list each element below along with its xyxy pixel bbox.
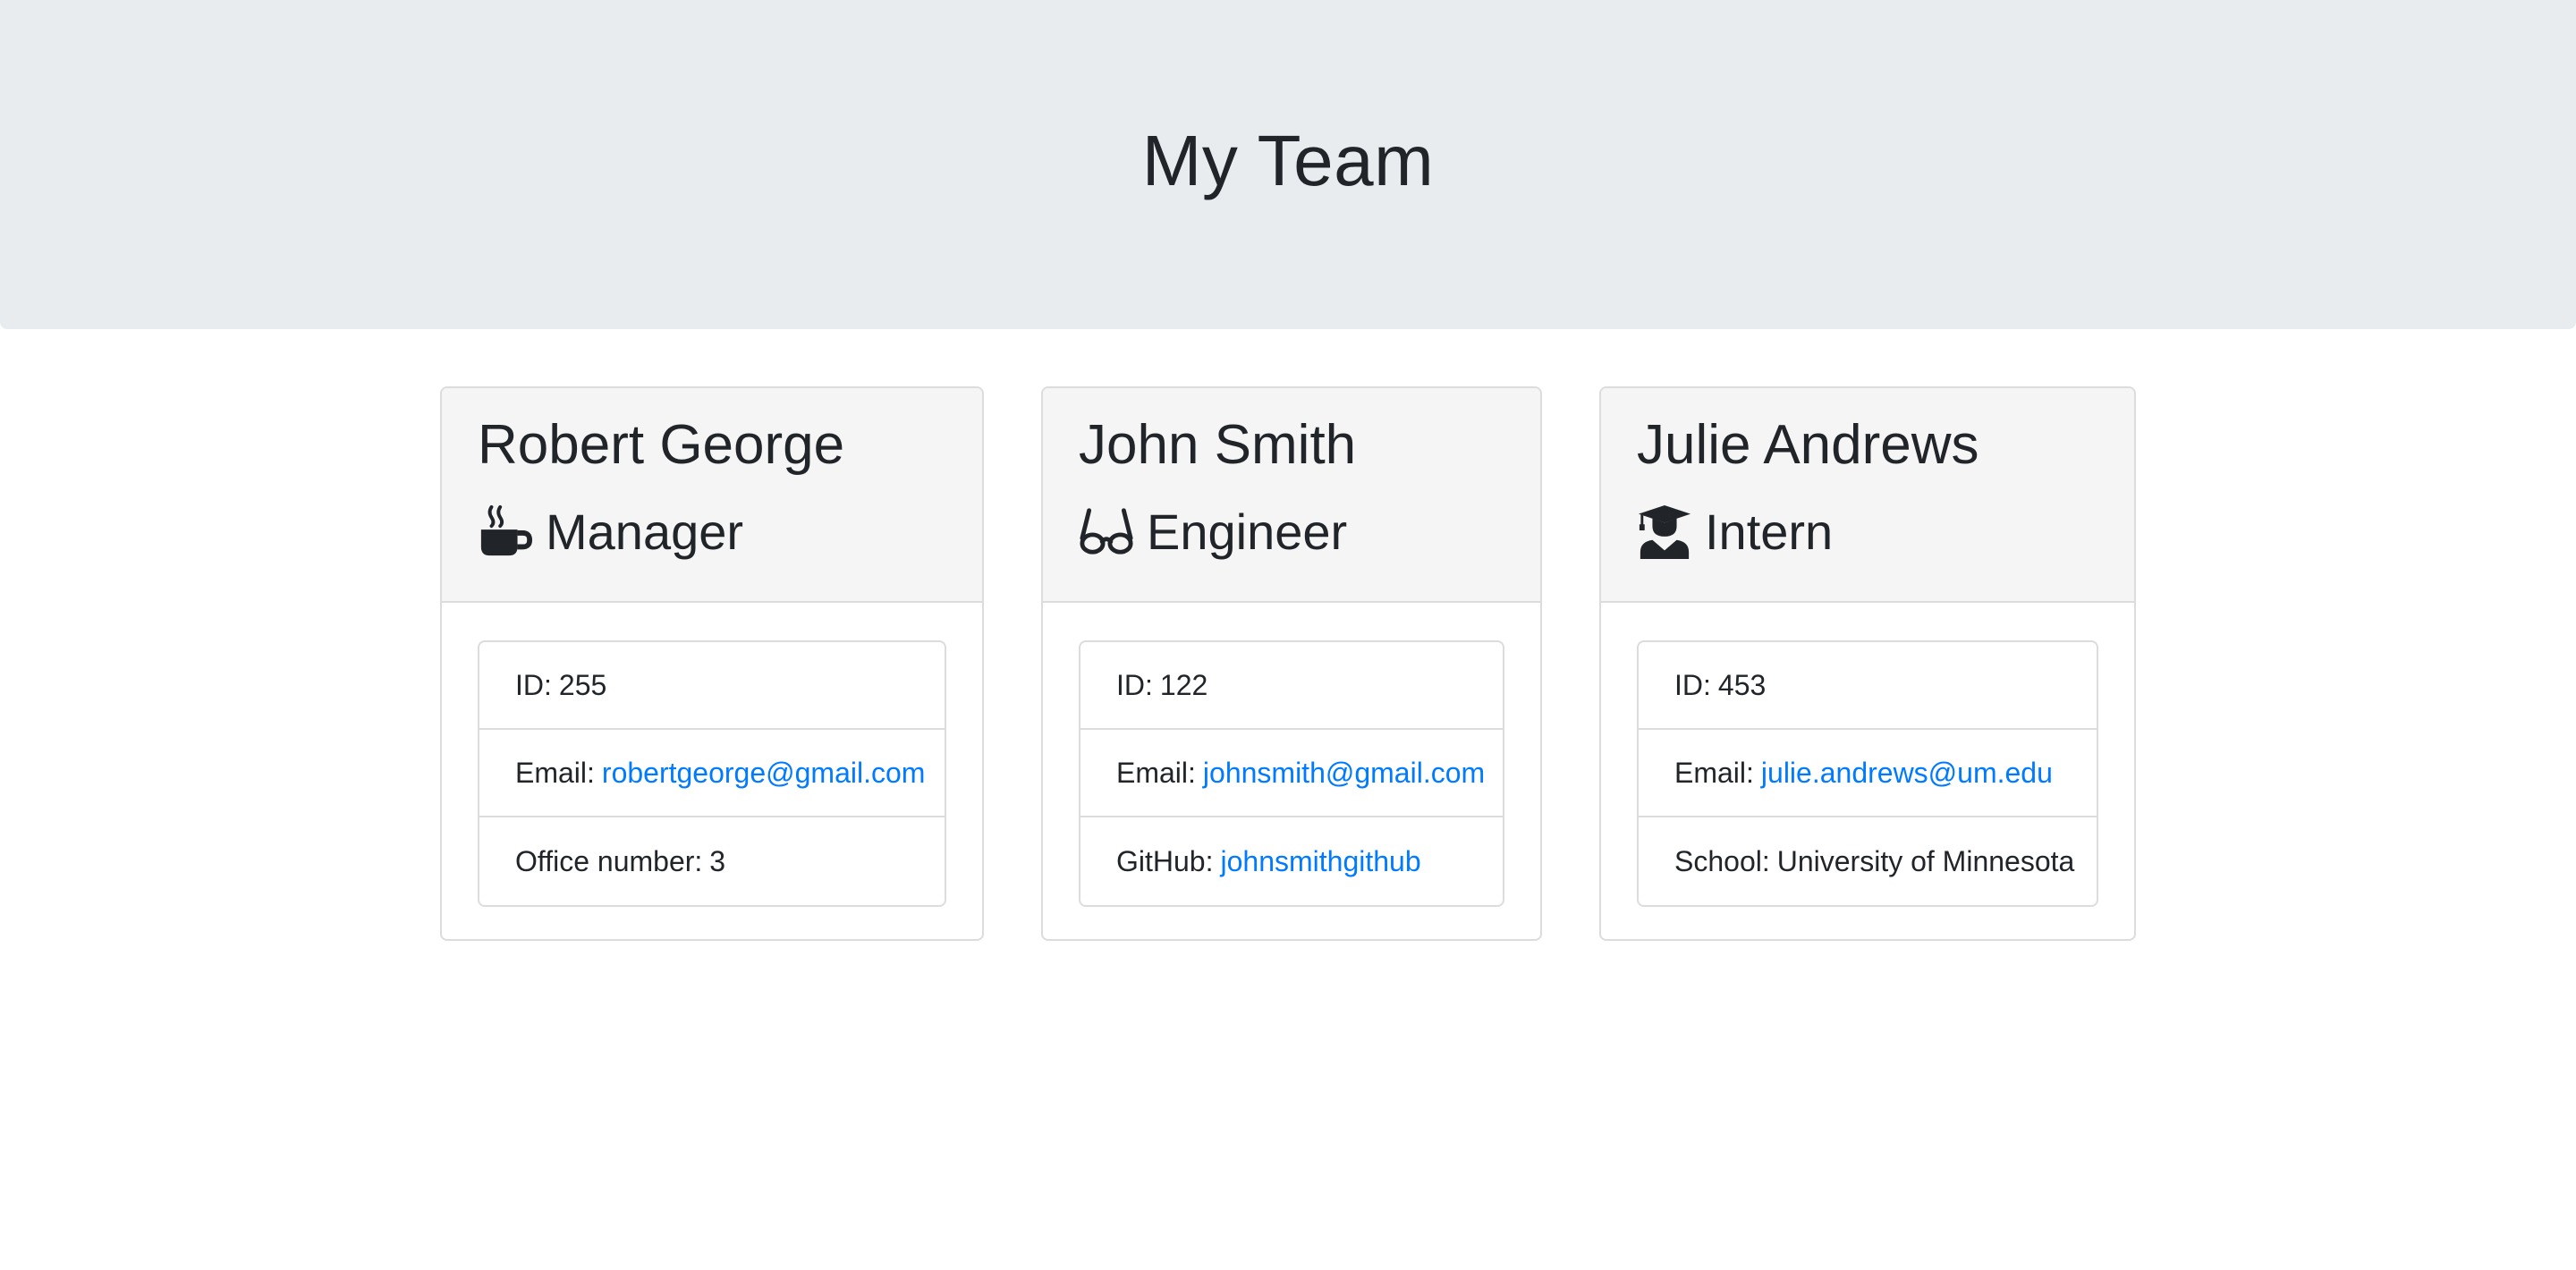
list-item-email: Email: julie.andrews@um.edu — [1639, 730, 2097, 817]
email-label: Email: — [1116, 756, 1196, 789]
list-item-school: School: University of Minnesota — [1639, 817, 2097, 905]
card-body: ID: 122 Email: johnsmith@gmail.com GitHu… — [1079, 640, 1504, 907]
role-label: Manager — [546, 503, 744, 560]
school-value: University of Minnesota — [1776, 844, 2075, 877]
id-label: ID: — [515, 668, 552, 701]
employee-details: ID: 122 Email: johnsmith@gmail.com GitHu… — [1079, 640, 1504, 907]
email-link[interactable]: robertgeorge@gmail.com — [602, 757, 926, 790]
employee-name: John Smith — [1079, 414, 1357, 476]
employee-role: Manager — [478, 495, 743, 567]
card-header: John Smith Engineer — [1043, 388, 1540, 603]
github-link[interactable]: johnsmithgithub — [1220, 845, 1420, 878]
list-item-email: Email: johnsmith@gmail.com — [1080, 730, 1503, 817]
list-item-email: Email: robertgeorge@gmail.com — [479, 730, 945, 817]
github-label: GitHub: — [1116, 844, 1214, 877]
employee-name: Robert George — [478, 414, 845, 476]
glasses-icon — [1079, 504, 1134, 559]
list-item-office: Office number: 3 — [479, 817, 945, 905]
list-item-id: ID: 255 — [479, 642, 945, 730]
employee-role: Engineer — [1079, 495, 1347, 567]
id-value: 122 — [1159, 668, 1208, 701]
role-label: Intern — [1705, 503, 1834, 560]
employee-details: ID: 255 Email: robertgeorge@gmail.com Of… — [478, 640, 946, 907]
id-value: 453 — [1717, 668, 1767, 701]
role-label: Engineer — [1147, 503, 1348, 560]
graduate-icon — [1637, 504, 1692, 559]
card-body: ID: 453 Email: julie.andrews@um.edu Scho… — [1637, 640, 2098, 907]
office-value: 3 — [709, 844, 726, 877]
email-label: Email: — [515, 756, 595, 789]
card-body: ID: 255 Email: robertgeorge@gmail.com Of… — [478, 640, 946, 907]
id-label: ID: — [1674, 668, 1711, 701]
email-link[interactable]: johnsmith@gmail.com — [1203, 757, 1485, 790]
office-label: Office number: — [515, 844, 703, 877]
list-item-github: GitHub: johnsmithgithub — [1080, 817, 1503, 905]
list-item-id: ID: 122 — [1080, 642, 1503, 730]
employee-role: Intern — [1637, 495, 1833, 567]
id-value: 255 — [558, 668, 607, 701]
employee-card-manager: Robert George Manager ID: 255 Email: rob… — [440, 386, 984, 941]
page-header: My Team — [0, 0, 2576, 329]
employee-name: Julie Andrews — [1637, 414, 1979, 476]
page-title: My Team — [1141, 121, 1435, 200]
coffee-icon — [478, 504, 533, 559]
email-link[interactable]: julie.andrews@um.edu — [1761, 757, 2053, 790]
employee-card-engineer: John Smith Engineer ID: 122 Email: johns… — [1041, 386, 1542, 941]
employee-details: ID: 453 Email: julie.andrews@um.edu Scho… — [1637, 640, 2098, 907]
card-header: Julie Andrews Intern — [1601, 388, 2134, 603]
list-item-id: ID: 453 — [1639, 642, 2097, 730]
employee-card-intern: Julie Andrews Intern ID: 453 Email: juli… — [1599, 386, 2136, 941]
school-label: School: — [1674, 844, 1770, 877]
email-label: Email: — [1674, 756, 1754, 789]
id-label: ID: — [1116, 668, 1153, 701]
card-header: Robert George Manager — [442, 388, 982, 603]
